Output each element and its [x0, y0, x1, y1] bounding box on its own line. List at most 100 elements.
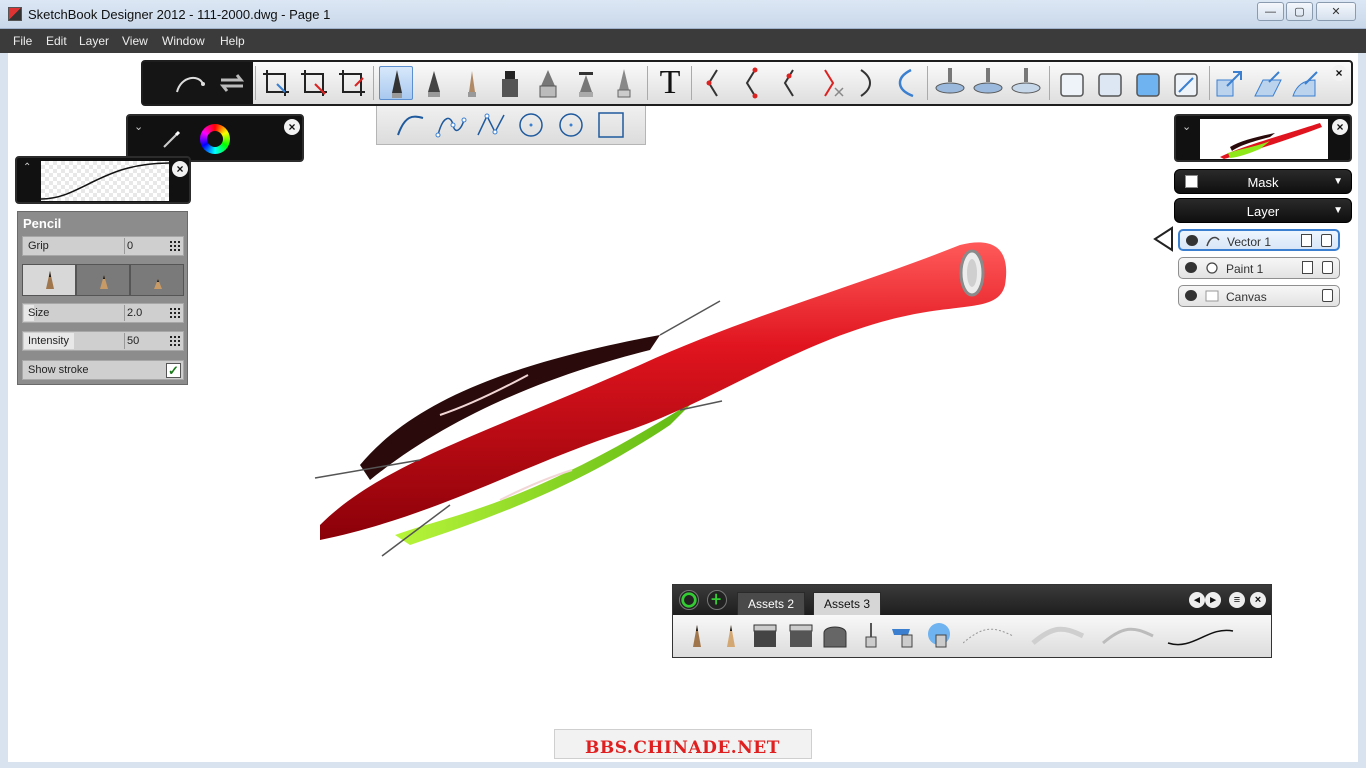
- airbrush-tool-icon[interactable]: [569, 66, 603, 100]
- ink-pen-tool-icon[interactable]: [607, 66, 641, 100]
- bucket-c-icon[interactable]: [1131, 66, 1165, 100]
- menu-window[interactable]: Window: [162, 34, 205, 48]
- mask-dropdown[interactable]: Mask ▼: [1174, 169, 1352, 194]
- menu-icon[interactable]: ≡: [1229, 592, 1245, 608]
- menu-help[interactable]: Help: [220, 34, 245, 48]
- add-point-icon[interactable]: [773, 66, 807, 100]
- marker-tool-icon[interactable]: [493, 66, 527, 100]
- cut-curve-icon[interactable]: [811, 66, 845, 100]
- asset-marker-a-icon[interactable]: [749, 621, 781, 651]
- polyline-icon[interactable]: [475, 110, 507, 140]
- eye-icon[interactable]: [1185, 290, 1197, 301]
- asset-spray-icon[interactable]: [889, 621, 921, 651]
- asset-stroke-samples[interactable]: [962, 621, 1253, 651]
- bucket-a-icon[interactable]: [1055, 66, 1089, 100]
- grip-label: Grip: [28, 240, 49, 252]
- nib-option-medium[interactable]: [76, 264, 130, 296]
- crop-rotate-icon[interactable]: [335, 66, 369, 100]
- curve-puck-close-button[interactable]: ×: [172, 161, 188, 177]
- sync-icon[interactable]: [215, 66, 249, 100]
- menu-edit[interactable]: Edit: [46, 34, 67, 48]
- menu-layer[interactable]: Layer: [79, 34, 109, 48]
- pencil-tool-icon[interactable]: [379, 66, 413, 100]
- assets-close-button[interactable]: ×: [1250, 592, 1266, 608]
- pen-tool-icon[interactable]: [417, 66, 451, 100]
- fill-brush-a-icon[interactable]: [933, 66, 967, 100]
- chisel-tool-icon[interactable]: [531, 66, 565, 100]
- ellipse-icon[interactable]: [555, 110, 587, 140]
- asset-airbrush-icon[interactable]: [855, 621, 887, 651]
- chevron-down-icon[interactable]: ⌄: [134, 120, 143, 133]
- circle-icon[interactable]: [515, 110, 547, 140]
- asset-pencil-light-icon[interactable]: [715, 621, 747, 651]
- add-brush-icon[interactable]: [707, 590, 727, 610]
- bucket-d-icon[interactable]: [1169, 66, 1203, 100]
- edit-point-icon[interactable]: [735, 66, 769, 100]
- copy-layer-icon[interactable]: [1301, 234, 1312, 247]
- crop-select-icon[interactable]: [259, 66, 293, 100]
- menu-file[interactable]: File: [13, 34, 32, 48]
- size-value[interactable]: 2.0: [127, 307, 142, 319]
- asset-spray-glow-icon[interactable]: [923, 621, 955, 651]
- asset-marker-b-icon[interactable]: [785, 621, 817, 651]
- transform-scale-icon[interactable]: [1213, 66, 1247, 100]
- crop-move-icon[interactable]: [297, 66, 331, 100]
- eye-icon[interactable]: [1185, 262, 1197, 273]
- fill-brush-b-icon[interactable]: [971, 66, 1005, 100]
- grip-value[interactable]: 0: [127, 240, 133, 252]
- intensity-slider[interactable]: Intensity 50: [22, 331, 184, 351]
- tab-assets-3[interactable]: Assets 3: [813, 592, 882, 615]
- grid-icon[interactable]: [169, 335, 181, 347]
- grid-icon[interactable]: [169, 307, 181, 319]
- layer-dropdown[interactable]: Layer ▼: [1174, 198, 1352, 223]
- layer-thumbnail[interactable]: [1200, 119, 1328, 159]
- layer-row-paint-1[interactable]: Paint 1: [1178, 257, 1340, 279]
- color-wheel-icon[interactable]: [200, 124, 230, 154]
- lock-icon[interactable]: [1322, 289, 1333, 302]
- lock-icon[interactable]: [1321, 234, 1332, 247]
- add-color-icon[interactable]: [679, 590, 699, 610]
- text-tool-icon[interactable]: T: [653, 66, 687, 100]
- freehand-curve-icon[interactable]: [395, 110, 427, 140]
- scroll-right-icon[interactable]: ▸: [1205, 592, 1221, 608]
- grip-slider[interactable]: Grip 0: [22, 236, 184, 256]
- chevron-down-icon[interactable]: ⌄: [1182, 120, 1191, 133]
- nib-option-blunt[interactable]: [130, 264, 184, 296]
- eye-icon[interactable]: [1186, 235, 1198, 246]
- bucket-b-icon[interactable]: [1093, 66, 1127, 100]
- asset-marker-c-icon[interactable]: [819, 621, 851, 651]
- size-slider[interactable]: Size 2.0: [22, 303, 184, 323]
- fill-brush-c-icon[interactable]: [1009, 66, 1043, 100]
- layer-row-vector-1[interactable]: Vector 1: [1178, 229, 1340, 251]
- scroll-left-icon[interactable]: ◂: [1189, 592, 1205, 608]
- layer-puck-close-button[interactable]: ×: [1332, 119, 1348, 135]
- eyedropper-icon[interactable]: [161, 128, 183, 150]
- brush-tool-icon[interactable]: [455, 66, 489, 100]
- layer-row-canvas[interactable]: Canvas: [1178, 285, 1340, 307]
- menu-view[interactable]: View: [122, 34, 148, 48]
- edit-curve-icon[interactable]: [697, 66, 731, 100]
- intensity-value[interactable]: 50: [127, 335, 139, 347]
- canvas-drawing[interactable]: [300, 215, 1020, 565]
- chevron-up-icon[interactable]: ⌃: [23, 162, 31, 173]
- close-window-button[interactable]: ✕: [1316, 2, 1356, 21]
- transform-skew-icon[interactable]: [1251, 66, 1285, 100]
- minimize-button[interactable]: —: [1257, 2, 1284, 21]
- lock-icon[interactable]: [1322, 261, 1333, 274]
- nib-option-sharp[interactable]: [22, 264, 76, 296]
- color-puck-close-button[interactable]: ×: [284, 119, 300, 135]
- rectangle-icon[interactable]: [595, 110, 627, 140]
- spline-curve-icon[interactable]: [435, 110, 467, 140]
- feather-icon[interactable]: [887, 66, 921, 100]
- grid-icon[interactable]: [169, 240, 181, 252]
- transform-warp-icon[interactable]: [1289, 66, 1323, 100]
- tab-assets-2[interactable]: Assets 2: [737, 592, 806, 615]
- active-layer-arrow-icon[interactable]: [1152, 226, 1174, 252]
- asset-pencil-dark-icon[interactable]: [681, 621, 713, 651]
- copy-layer-icon[interactable]: [1302, 261, 1313, 274]
- show-stroke-checkbox[interactable]: ✓: [166, 363, 181, 378]
- lagoon-icon[interactable]: [173, 66, 207, 100]
- toolbar-close-button[interactable]: ×: [1331, 65, 1347, 81]
- maximize-button[interactable]: ▢: [1286, 2, 1313, 21]
- stroke-icon[interactable]: [849, 66, 883, 100]
